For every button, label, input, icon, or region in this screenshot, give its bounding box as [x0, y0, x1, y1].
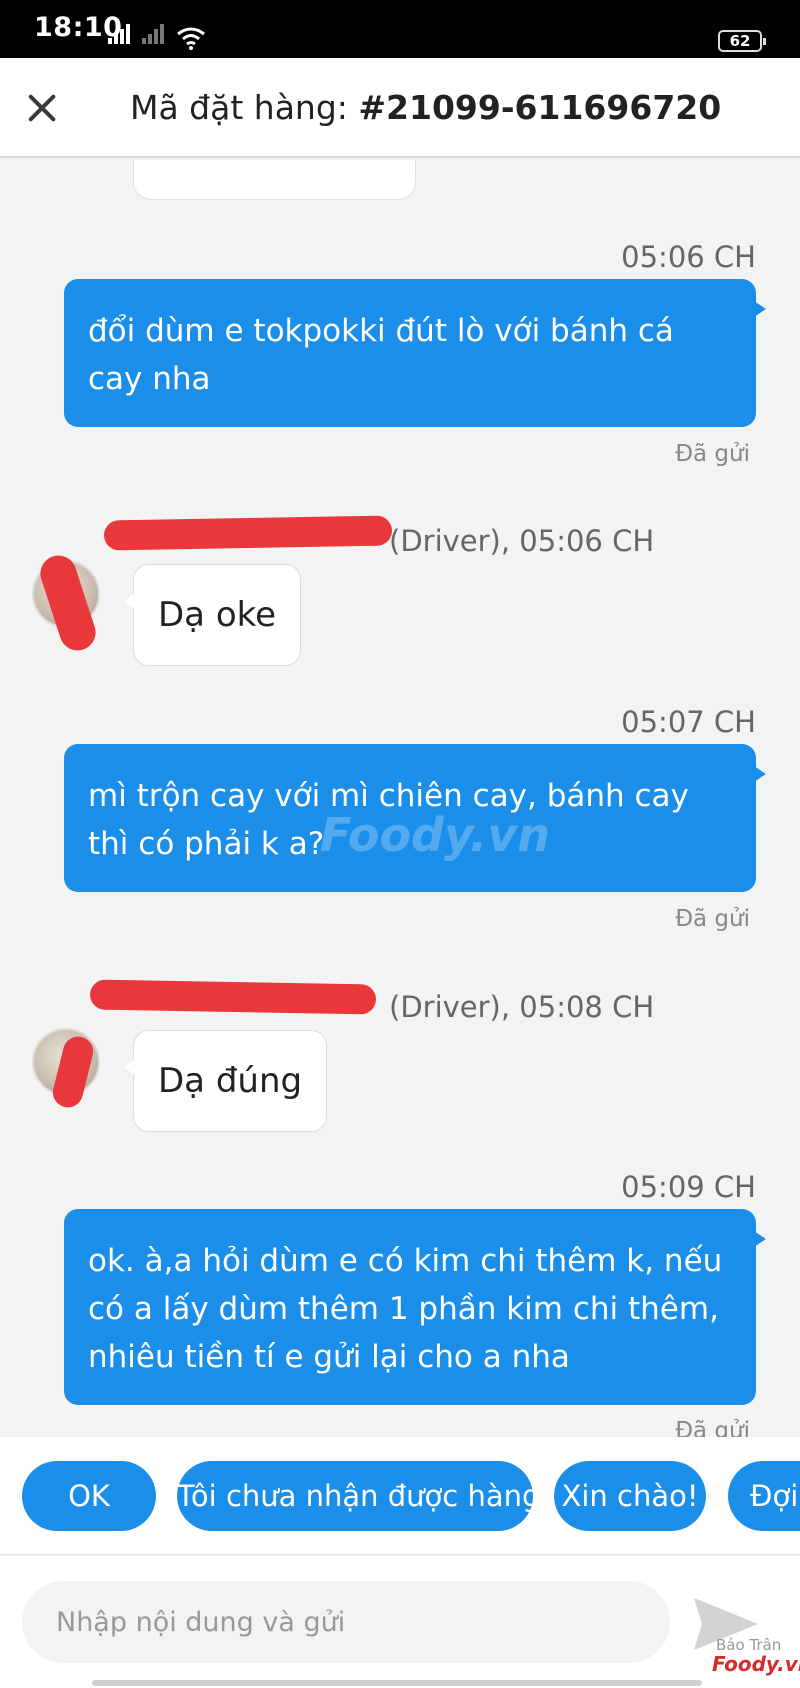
- wifi-icon: [177, 27, 205, 50]
- sent-status: Đã gửi: [675, 906, 750, 932]
- sent-status: Đã gửi: [675, 1418, 750, 1437]
- sender-role-time: (Driver), 05:08 CH: [389, 990, 655, 1024]
- incoming-message: Dạ đúng: [123, 1030, 328, 1132]
- sent-status: Đã gửi: [675, 441, 750, 467]
- battery-level: 62: [729, 32, 751, 50]
- outgoing-message: ok. à,a hỏi dùm e có kim chi thêm k, nếu…: [64, 1209, 766, 1405]
- input-bar: Bảo Trân Foody.vn: [0, 1556, 800, 1688]
- chat-header: Mã đặt hàng: #21099-611696720: [0, 58, 800, 158]
- chat-messages[interactable]: 05:06 CH đổi dùm e tokpokki đút lò với b…: [0, 160, 800, 1437]
- message-time: 05:06 CH: [621, 240, 756, 274]
- outgoing-message: đổi dùm e tokpokki đút lò với bánh cá ca…: [64, 279, 766, 427]
- watermark-brand: Foody.vn: [712, 1652, 800, 1676]
- order-id: #21099-611696720: [358, 88, 722, 127]
- home-indicator: [92, 1680, 702, 1686]
- status-bar: 18:10 62: [0, 0, 800, 58]
- battery-icon: 62: [718, 30, 766, 52]
- message-input[interactable]: [22, 1581, 670, 1663]
- quick-replies: OK Tôi chưa nhận được hàng Xin chào! Đợi: [0, 1437, 800, 1555]
- sender-role-time: (Driver), 05:06 CH: [389, 524, 655, 558]
- foody-watermark: Foody.vn: [320, 808, 550, 862]
- quick-reply-hello[interactable]: Xin chào!: [554, 1461, 706, 1531]
- order-label: Mã đặt hàng:: [130, 88, 359, 127]
- quick-reply-not-received[interactable]: Tôi chưa nhận được hàng: [177, 1461, 540, 1531]
- incoming-message: Dạ oke: [123, 564, 302, 666]
- redaction-mark: [103, 515, 393, 551]
- previous-message-bubble: [133, 160, 416, 200]
- message-time: 05:07 CH: [621, 705, 756, 739]
- message-time: 05:09 CH: [621, 1170, 756, 1204]
- redaction-mark: [89, 979, 377, 1015]
- quick-reply-wait[interactable]: Đợi: [728, 1461, 800, 1531]
- close-icon[interactable]: [26, 92, 58, 124]
- page-title: Mã đặt hàng: #21099-611696720: [130, 88, 721, 127]
- quick-reply-ok[interactable]: OK: [22, 1461, 156, 1531]
